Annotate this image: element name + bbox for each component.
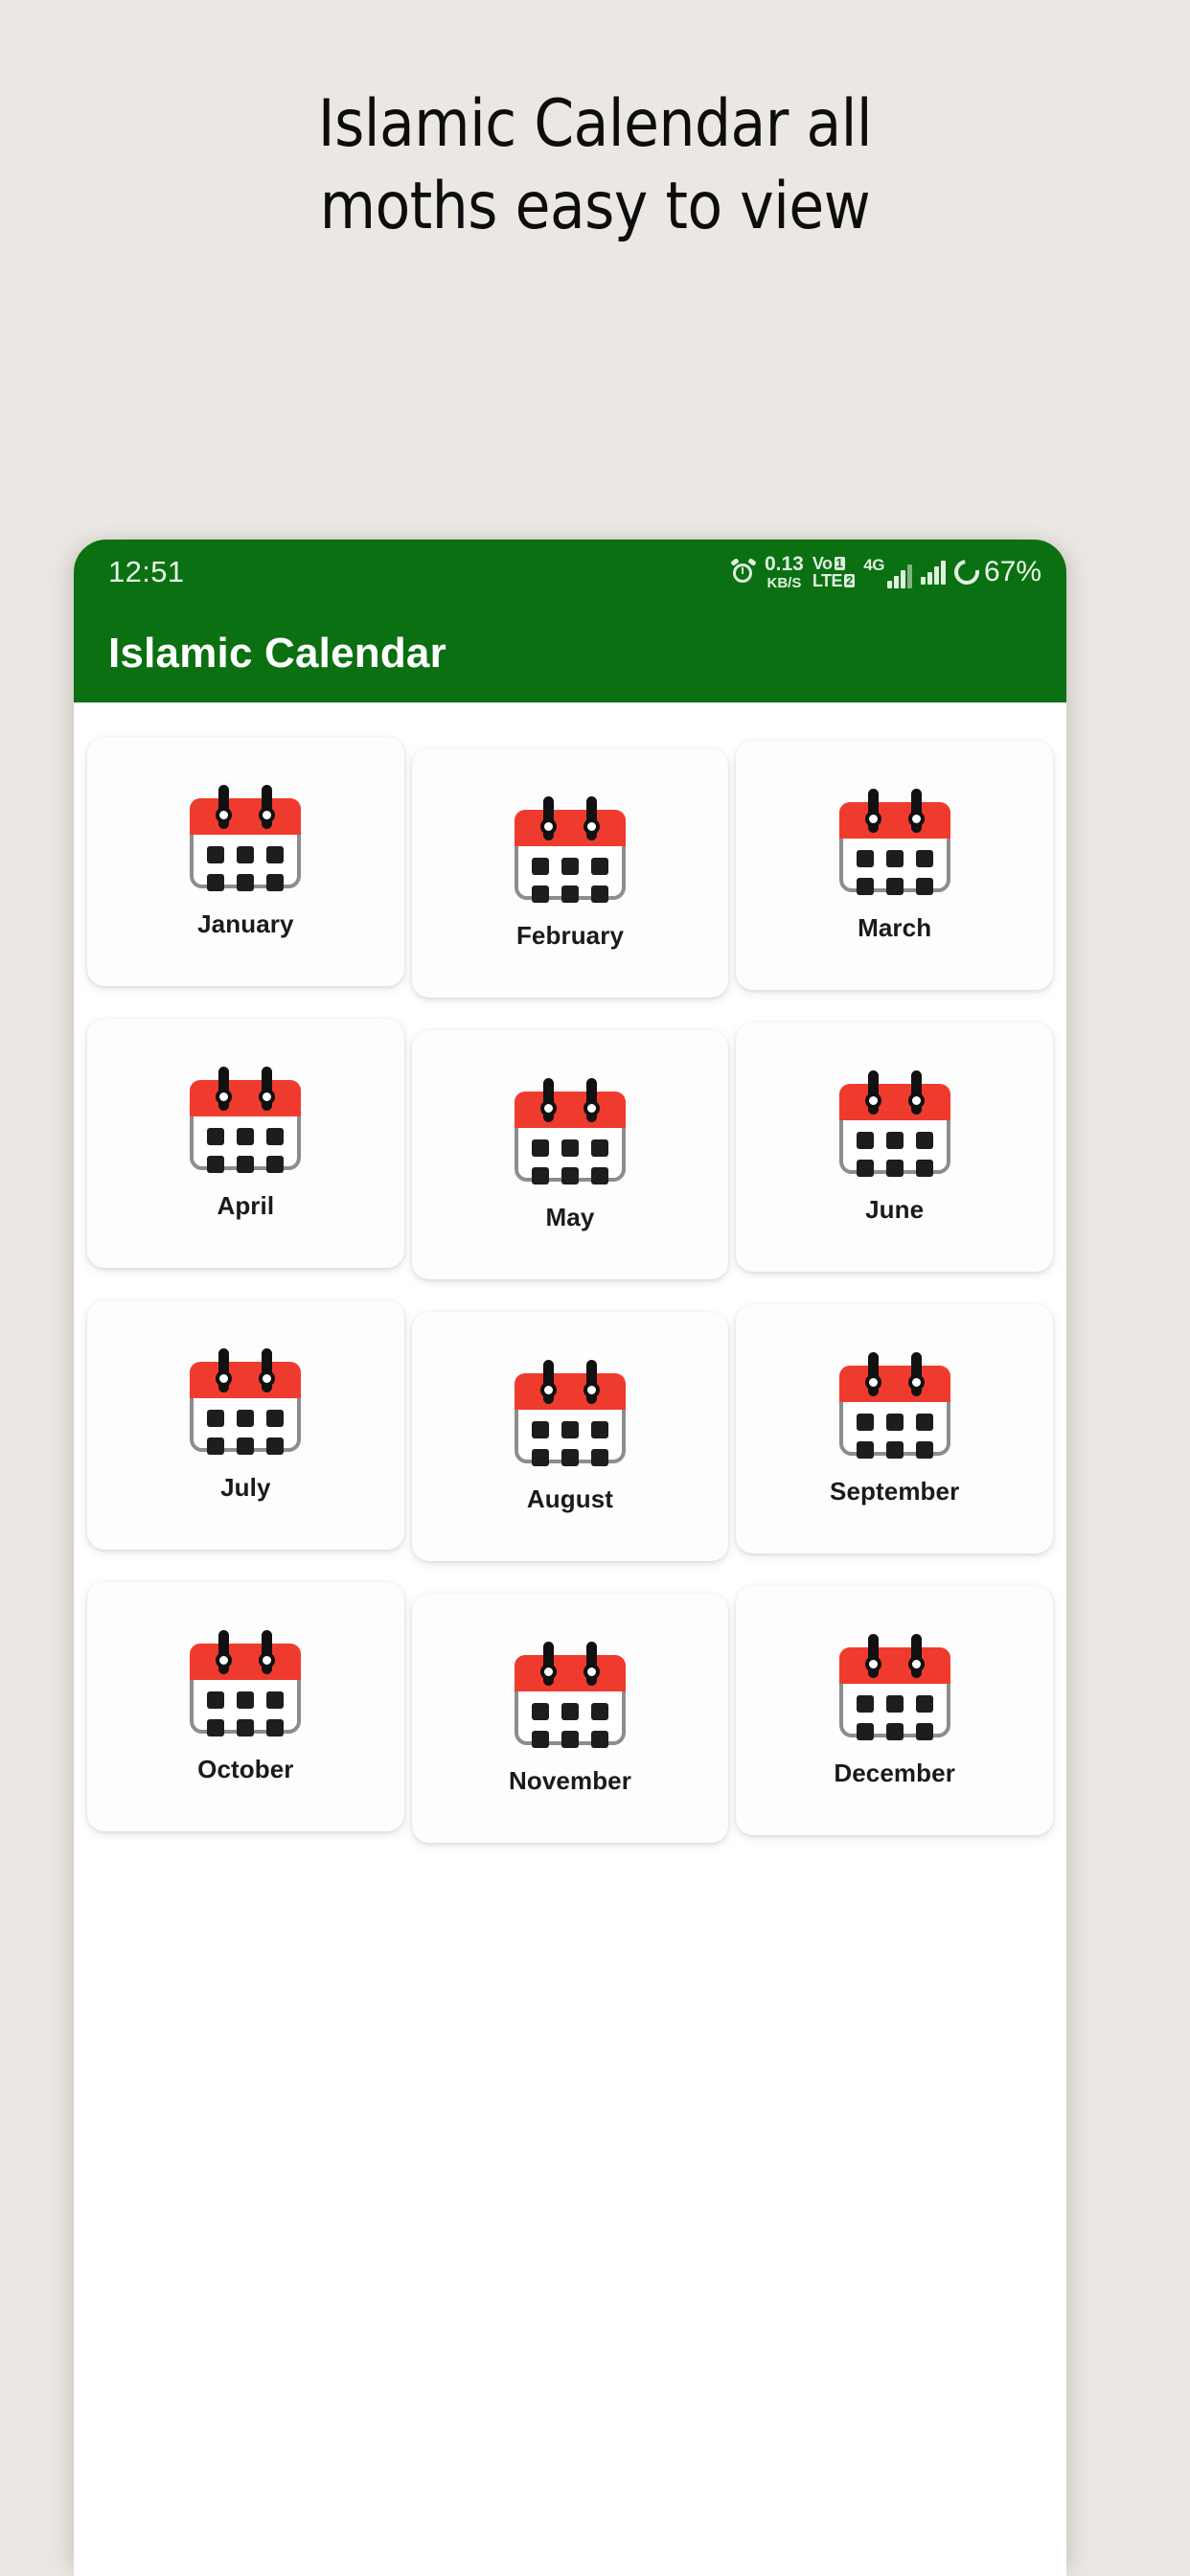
alarm-clock-icon [730, 558, 757, 585]
month-card-label: May [545, 1202, 595, 1231]
signal-bars-sim1-icon: 4G [863, 556, 912, 588]
calendar-icon [190, 1347, 302, 1455]
battery-percent-label: 67% [983, 556, 1041, 587]
calendar-icon [190, 784, 302, 891]
calendar-icon [838, 1351, 950, 1459]
volte-sim-badge-2: 2 [844, 573, 856, 588]
calendar-icon [190, 1066, 302, 1173]
month-card-november[interactable]: November [411, 1594, 729, 1843]
month-card-label: June [865, 1194, 925, 1224]
volte-icon: Vo 1 LTE 2 [812, 554, 856, 590]
calendar-icon [514, 795, 626, 903]
volte-label-top: Vo [812, 554, 833, 573]
month-card-label: October [197, 1754, 294, 1783]
month-card-august[interactable]: August [411, 1312, 729, 1561]
status-bar-time: 12:51 [108, 555, 185, 588]
calendar-icon [514, 1359, 626, 1466]
month-card-label: January [197, 908, 294, 938]
volte-sim-badge-1: 1 [834, 556, 845, 571]
signal-bars-sim2-icon [920, 560, 946, 585]
month-card-label: March [858, 912, 932, 942]
network-speed-unit: KB/S [767, 575, 802, 591]
month-card-may[interactable]: May [411, 1030, 729, 1279]
month-card-september[interactable]: September [736, 1304, 1053, 1553]
month-card-july[interactable]: July [87, 1300, 404, 1550]
phone-mockup-frame: 12:51 0.13 KB/S Vo 1 LTE 2 4G 67% Islami… [74, 540, 1066, 2576]
status-bar-icons: 0.13 KB/S Vo 1 LTE 2 4G 67% [730, 554, 1041, 590]
promo-headline-line-1: Islamic Calendar all [317, 86, 873, 162]
month-card-label: July [220, 1472, 271, 1502]
month-card-label: November [509, 1765, 631, 1795]
network-speed-value: 0.13 [764, 553, 804, 575]
network-speed-indicator: 0.13 KB/S [765, 554, 804, 590]
volte-label-bottom: LTE [812, 571, 843, 590]
calendar-icon [514, 1077, 626, 1184]
months-grid: January February March April May June July Augu… [87, 737, 1053, 1843]
month-card-october[interactable]: October [87, 1582, 404, 1831]
page-title: Islamic Calendar [108, 630, 446, 677]
month-card-december[interactable]: December [736, 1586, 1053, 1835]
month-card-february[interactable]: February [411, 748, 729, 998]
promo-headline: Islamic Calendar all moths easy to view [0, 92, 1190, 257]
month-card-march[interactable]: March [736, 741, 1053, 990]
promo-headline-line-2: moths easy to view [319, 169, 871, 244]
month-card-label: February [515, 920, 625, 950]
battery-ring-icon [949, 554, 985, 590]
calendar-icon [514, 1641, 626, 1748]
battery-icon: 67% [949, 554, 1041, 590]
month-card-label: August [526, 1484, 614, 1513]
month-card-label: April [217, 1190, 275, 1220]
month-card-june[interactable]: June [736, 1023, 1053, 1272]
calendar-icon [838, 1633, 950, 1740]
app-bar: Islamic Calendar [74, 605, 1066, 702]
status-bar: 12:51 0.13 KB/S Vo 1 LTE 2 4G 67% [74, 540, 1066, 605]
calendar-icon [838, 788, 950, 895]
month-card-april[interactable]: April [87, 1019, 404, 1268]
months-scroll-area[interactable]: January February March April May June July Augu… [74, 702, 1066, 2576]
calendar-icon [190, 1629, 302, 1736]
calendar-icon [838, 1070, 950, 1177]
month-card-january[interactable]: January [87, 737, 404, 986]
month-card-label: September [830, 1476, 960, 1506]
month-card-label: December [834, 1758, 955, 1787]
network-type-label: 4G [863, 556, 884, 574]
